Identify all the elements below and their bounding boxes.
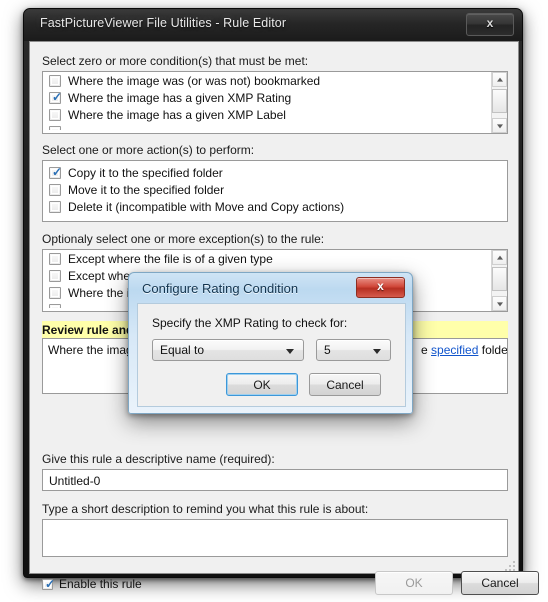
list-item-label: Except where the file is of a given type xyxy=(68,251,273,266)
checkbox-icon[interactable] xyxy=(49,108,61,121)
list-item-label: Delete it (incompatible with Move and Co… xyxy=(68,199,345,214)
checkbox-icon[interactable]: ✓ xyxy=(49,164,63,179)
close-glyph: x xyxy=(486,16,494,30)
exceptions-scrollbar[interactable] xyxy=(491,250,507,311)
rule-name-label: Give this rule a descriptive name (requi… xyxy=(42,452,275,466)
rating-operator-value: Equal to xyxy=(160,343,205,357)
window-title: FastPictureViewer File Utilities - Rule … xyxy=(40,16,287,30)
list-item-label: Copy it to the specified folder xyxy=(68,165,223,180)
actions-listbox[interactable]: ✓ Copy it to the specified folder Move i… xyxy=(42,160,508,222)
checkbox-icon[interactable] xyxy=(49,125,61,130)
rating-value-value: 5 xyxy=(324,343,331,357)
resize-grip[interactable] xyxy=(503,559,515,571)
enable-rule-label: Enable this rule xyxy=(59,577,142,591)
rule-description-label: Type a short description to remind you w… xyxy=(42,502,369,516)
chevron-down-icon xyxy=(373,349,381,354)
cancel-button[interactable]: Cancel xyxy=(461,571,539,595)
modal-prompt: Specify the XMP Rating to check for: xyxy=(152,316,348,330)
checkbox-icon[interactable] xyxy=(49,269,61,282)
modal-close-icon[interactable]: x xyxy=(356,277,405,298)
check-icon: ✓ xyxy=(51,164,63,179)
checkbox-icon[interactable] xyxy=(49,252,61,265)
window-titlebar[interactable]: FastPictureViewer File Utilities - Rule … xyxy=(24,9,522,41)
list-item-label: Move it to the specified folder xyxy=(68,182,225,197)
rating-value-select[interactable]: 5 xyxy=(316,339,391,361)
scroll-up-icon[interactable] xyxy=(492,250,507,265)
conditions-scrollbar[interactable] xyxy=(491,72,507,133)
list-item[interactable]: ✓ Where the image has a given XMP Rating xyxy=(43,89,493,106)
modal-close-glyph: x xyxy=(377,279,384,293)
checkbox-icon[interactable] xyxy=(49,200,61,213)
rule-name-value: Untitled-0 xyxy=(49,474,101,488)
specified-folder-link[interactable]: specified xyxy=(431,343,478,357)
list-item[interactable]: Except where the file is of a given type xyxy=(43,250,493,267)
rule-description-input[interactable] xyxy=(42,519,508,557)
list-item[interactable]: Where the image was (or was not) bookmar… xyxy=(43,72,493,89)
checkbox-icon[interactable] xyxy=(49,303,61,308)
configure-rating-condition-dialog: Configure Rating Condition x Specify the… xyxy=(128,272,413,414)
check-icon: ✓ xyxy=(51,89,63,104)
list-item[interactable]: Where the image has a given XMP Label xyxy=(43,106,493,123)
close-icon[interactable]: x xyxy=(466,13,514,36)
list-item[interactable]: ✓ Copy it to the specified folder xyxy=(43,164,507,181)
list-item-label: Where the image has a given XMP Label xyxy=(68,107,286,122)
review-text-tail: e specified folder. xyxy=(421,343,508,357)
checkbox-icon[interactable] xyxy=(49,74,61,87)
list-item[interactable]: Move it to the specified folder xyxy=(43,181,507,198)
checkbox-icon[interactable]: ✓ xyxy=(42,576,56,591)
review-text-start: Where the image xyxy=(48,343,140,357)
actions-label: Select one or more action(s) to perform: xyxy=(42,143,255,157)
review-banner-label: Review rule and xyxy=(42,322,134,337)
ok-button[interactable]: OK xyxy=(375,571,453,595)
checkbox-icon[interactable]: ✓ xyxy=(49,89,63,104)
modal-titlebar[interactable]: Configure Rating Condition x xyxy=(129,273,412,301)
scrollbar-thumb[interactable] xyxy=(492,89,507,113)
checkbox-icon[interactable] xyxy=(49,183,61,196)
enable-rule-checkbox[interactable]: ✓ Enable this rule xyxy=(42,577,142,591)
list-item-label: Where the image was (or was not) bookmar… xyxy=(68,73,321,88)
chevron-down-icon xyxy=(286,349,294,354)
conditions-listbox[interactable]: Where the image was (or was not) bookmar… xyxy=(42,71,508,134)
scroll-up-icon[interactable] xyxy=(492,72,507,87)
scrollbar-thumb[interactable] xyxy=(492,267,507,291)
scroll-down-icon[interactable] xyxy=(492,118,507,133)
scroll-down-icon[interactable] xyxy=(492,296,507,311)
list-item-clipped[interactable] xyxy=(43,123,493,130)
modal-ok-button[interactable]: OK xyxy=(226,373,298,396)
review-text: Where the image xyxy=(48,343,139,357)
exceptions-label: Optionaly select one or more exception(s… xyxy=(42,232,325,246)
check-icon: ✓ xyxy=(44,576,56,591)
review-text-end: folder. xyxy=(481,343,508,357)
rule-name-input[interactable]: Untitled-0 xyxy=(42,469,508,491)
checkbox-icon[interactable] xyxy=(49,286,61,299)
list-item[interactable]: Delete it (incompatible with Move and Co… xyxy=(43,198,507,215)
modal-cancel-button[interactable]: Cancel xyxy=(309,373,381,396)
modal-body: Specify the XMP Rating to check for: Equ… xyxy=(137,303,406,407)
rating-operator-select[interactable]: Equal to xyxy=(152,339,304,361)
modal-title: Configure Rating Condition xyxy=(142,281,299,296)
conditions-label: Select zero or more condition(s) that mu… xyxy=(42,54,309,68)
review-text-before-link: e xyxy=(421,343,428,357)
list-item-label: Where the image has a given XMP Rating xyxy=(68,90,292,105)
